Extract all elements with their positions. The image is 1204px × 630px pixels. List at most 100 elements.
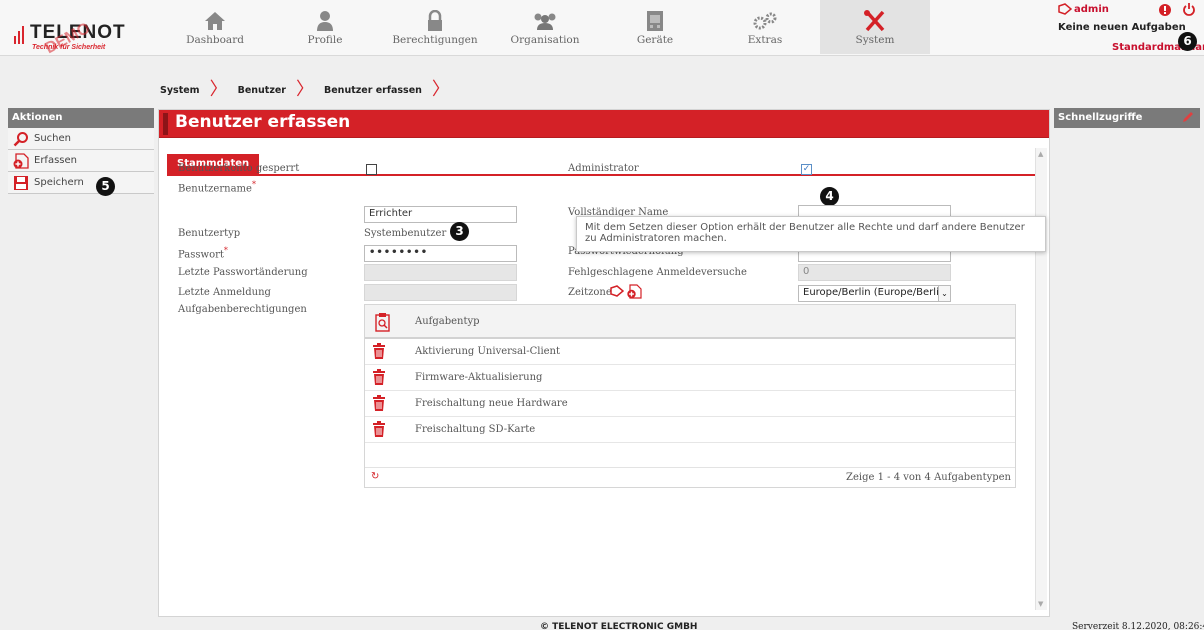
admin-checkbox[interactable]: ✓ — [801, 164, 812, 175]
column-header[interactable]: Aufgabentyp — [415, 316, 480, 327]
pagination-info: Zeige 1 - 4 von 4 Aufgabentypen — [846, 472, 1011, 483]
nav-label: Dashboard — [186, 34, 244, 46]
breadcrumb-item[interactable]: Benutzer — [238, 85, 286, 96]
locked-checkbox[interactable] — [366, 164, 377, 175]
nav-label: Extras — [747, 34, 783, 46]
sidebar-title: Aktionen — [8, 108, 154, 128]
title-grip — [163, 113, 168, 135]
breadcrumb-item[interactable]: System — [160, 85, 200, 96]
nav-organisation[interactable]: Organisation — [490, 0, 600, 54]
sidebar-item-label: Speichern — [34, 177, 84, 188]
group-icon — [532, 8, 558, 34]
nav-geraete[interactable]: Geräte — [600, 0, 710, 54]
task-type-name: Freischaltung SD-Karte — [415, 424, 536, 435]
failed-logins-field: 0 — [798, 264, 951, 281]
quick-access-panel: Schnellzugriffe — [1054, 108, 1200, 128]
timezone-tag-icon[interactable] — [610, 285, 625, 300]
task-type-name: Firmware-Aktualisierung — [415, 372, 543, 383]
task-permissions-label: Aufgabenberechtigungen — [178, 304, 307, 315]
quick-access-title: Schnellzugriffe — [1058, 112, 1143, 123]
sidebar-item-suchen[interactable]: Suchen — [8, 128, 154, 150]
user-name[interactable]: admin — [1074, 4, 1109, 15]
chevron-right-icon: 〉 — [296, 79, 314, 100]
callout-badge-3: 3 — [450, 222, 469, 241]
callout-badge-5: 5 — [96, 177, 115, 196]
admin-tooltip: Mit dem Setzen dieser Option erhält der … — [576, 216, 1046, 252]
sidebar-item-speichern[interactable]: Speichern — [8, 172, 154, 194]
timezone-select[interactable]: Europe/Berlin (Europe/Berlin) ⌄ — [798, 285, 951, 302]
device-icon — [646, 8, 664, 34]
clipboard-search-icon[interactable] — [375, 312, 391, 335]
sidebar-item-erfassen[interactable]: Erfassen — [8, 150, 154, 172]
copyright-footer: © TELENOT ELECTRONIC GMBH — [540, 622, 698, 630]
table-row: Firmware-Aktualisierung — [365, 365, 1015, 391]
usertype-label: Benutzertyp — [178, 228, 241, 239]
callout-badge-4: 4 — [820, 187, 839, 206]
failed-logins-label: Fehlgeschlagene Anmeldeversuche — [568, 267, 747, 278]
tasks-status[interactable]: Keine neuen Aufgaben — [1058, 22, 1186, 33]
nav-label: Organisation — [510, 34, 580, 46]
nav-system[interactable]: System — [820, 0, 930, 54]
table-footer: ↻ Zeige 1 - 4 von 4 Aufgabentypen — [365, 467, 1015, 487]
password-label: Passwort* — [178, 246, 228, 261]
telenot-logo: TELENOT Technik für Sicherheit DEMO — [14, 20, 144, 64]
nav-label: Berechtigungen — [392, 34, 478, 46]
refresh-icon[interactable]: ↻ — [371, 471, 379, 482]
tools-icon — [863, 8, 887, 34]
chevron-down-icon: ⌄ — [938, 286, 950, 301]
usertype-value: Systembenutzer — [364, 228, 447, 239]
admin-label: Administrator — [568, 163, 639, 174]
home-icon — [204, 8, 226, 34]
user-icon — [316, 8, 334, 34]
search-icon — [12, 131, 30, 147]
power-icon[interactable] — [1182, 2, 1196, 20]
sidebar-item-label: Erfassen — [34, 155, 77, 166]
logo-bars-icon — [14, 26, 26, 44]
nav-label: Geräte — [636, 34, 674, 46]
username-label: Benutzername* — [178, 180, 256, 195]
page-title: Benutzer erfassen — [175, 112, 351, 132]
chevron-right-icon: 〉 — [431, 79, 450, 100]
nav-label: System — [855, 34, 895, 46]
actions-sidebar: Aktionen Suchen Erfassen Speichern — [8, 108, 154, 194]
edit-pencil-icon[interactable] — [1182, 111, 1194, 126]
nav-extras[interactable]: Extras — [710, 0, 820, 54]
breadcrumb: System 〉 Benutzer 〉 Benutzer erfassen 〉 — [160, 78, 460, 102]
page-titlebar: Benutzer erfassen — [159, 110, 1049, 138]
table-row: Freischaltung neue Hardware — [365, 391, 1015, 417]
table-row: Aktivierung Universal-Client — [365, 339, 1015, 365]
lock-icon — [427, 8, 443, 34]
save-icon — [12, 175, 30, 191]
trash-icon[interactable] — [373, 395, 385, 414]
nav-dashboard[interactable]: Dashboard — [160, 0, 270, 54]
task-type-name: Aktivierung Universal-Client — [415, 346, 561, 357]
breadcrumb-item[interactable]: Benutzer erfassen — [324, 85, 422, 96]
chevron-right-icon: 〉 — [209, 79, 228, 100]
username-input[interactable]: Errichter — [364, 206, 517, 223]
password-input[interactable]: •••••••• — [364, 245, 517, 262]
nav-profile[interactable]: Profile — [270, 0, 380, 54]
task-types-table: Aufgabentyp Aktivierung Universal-Client… — [364, 304, 1016, 488]
scroll-up-icon[interactable]: ▲ — [1038, 150, 1043, 158]
gears-icon — [752, 8, 778, 34]
main-nav: Dashboard Profile Berechtigungen Organis… — [160, 0, 1040, 54]
server-time: Serverzeit 8.12.2020, 08:26:48 — [1072, 622, 1204, 630]
trash-icon[interactable] — [373, 369, 385, 388]
locked-label: Benutzerkonto gesperrt — [178, 163, 300, 174]
sidebar-item-label: Suchen — [34, 133, 72, 144]
nav-berechtigungen[interactable]: Berechtigungen — [380, 0, 490, 54]
trash-icon[interactable] — [373, 421, 385, 440]
table-row: Freischaltung SD-Karte — [365, 417, 1015, 443]
alert-icon[interactable] — [1158, 3, 1172, 20]
user-tag-icon — [1058, 3, 1073, 18]
last-login-field — [364, 284, 517, 301]
last-pw-change-label: Letzte Passwortänderung — [178, 267, 308, 278]
timezone-value: Europe/Berlin (Europe/Berlin) — [803, 287, 950, 298]
trash-icon[interactable] — [373, 343, 385, 362]
last-login-label: Letzte Anmeldung — [178, 287, 271, 298]
scroll-down-icon[interactable]: ▼ — [1038, 600, 1043, 608]
table-header: Aufgabentyp — [365, 305, 1015, 339]
add-icon — [12, 152, 30, 169]
callout-badge-6: 6 — [1178, 32, 1197, 51]
timezone-add-icon[interactable] — [626, 284, 642, 302]
